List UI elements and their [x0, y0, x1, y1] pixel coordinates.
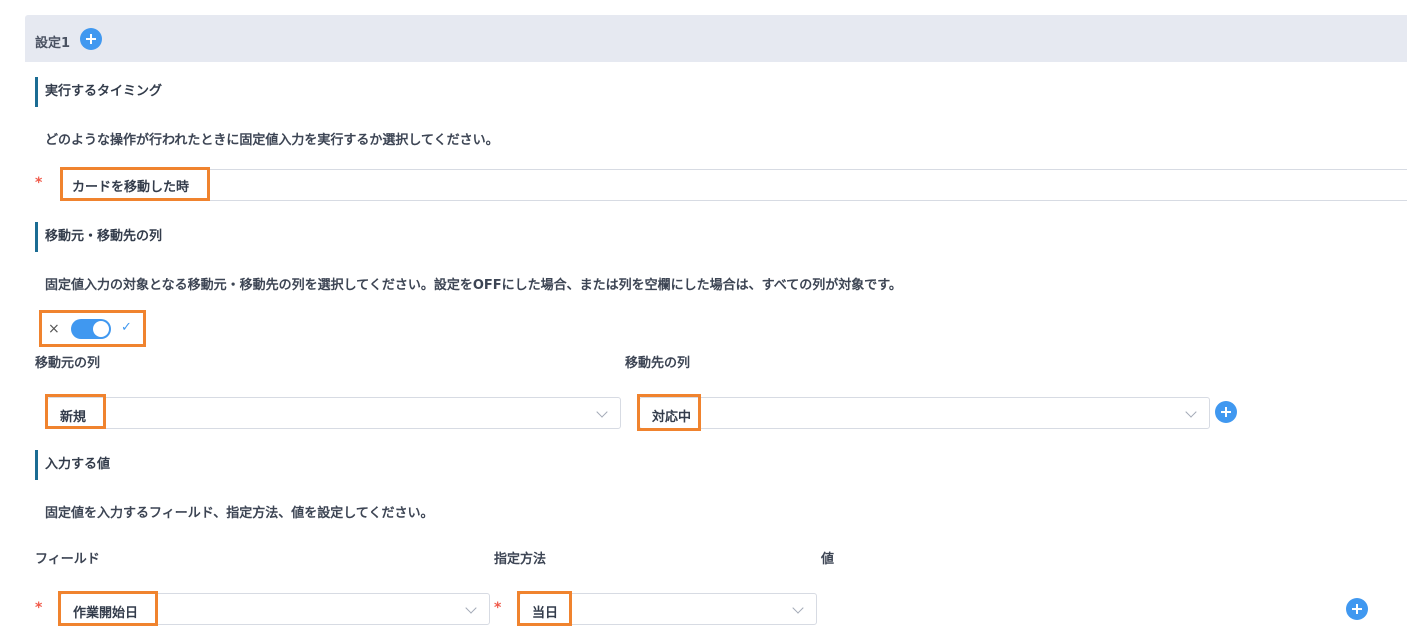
method-required-mark: * — [494, 600, 502, 616]
add-column-pair-button[interactable] — [1215, 401, 1237, 423]
field-highlight — [58, 591, 158, 626]
settings-title: 設定1 — [35, 36, 71, 51]
chevron-down-icon — [1185, 406, 1197, 418]
add-value-row-button[interactable] — [1346, 598, 1368, 620]
timing-highlight — [60, 167, 210, 201]
dest-column-label: 移動先の列 — [625, 356, 691, 371]
chevron-down-icon — [792, 602, 804, 614]
field-label: フィールド — [35, 552, 100, 567]
source-column-select[interactable]: 新規 — [47, 397, 621, 429]
timing-description: どのような操作が行われたときに固定値入力を実行するか選択してください。 — [45, 133, 499, 148]
timing-select[interactable] — [60, 169, 1407, 201]
dest-column-select[interactable]: 対応中 — [639, 397, 1210, 429]
timing-section-title: 実行するタイミング — [35, 77, 162, 107]
method-highlight — [517, 591, 572, 626]
settings-header: 設定1 — [25, 15, 1407, 62]
method-label: 指定方法 — [494, 552, 547, 567]
values-description: 固定値を入力するフィールド、指定方法、値を設定してください。 — [45, 506, 434, 521]
chevron-down-icon — [465, 602, 477, 614]
columns-section-title: 移動元・移動先の列 — [35, 222, 162, 252]
value-label: 値 — [821, 552, 835, 567]
toggle-highlight — [39, 310, 146, 347]
columns-description: 固定値入力の対象となる移動元・移動先の列を選択してください。設定をOFFにした場… — [45, 278, 902, 293]
source-column-label: 移動元の列 — [35, 356, 101, 371]
chevron-down-icon — [596, 406, 608, 418]
timing-required-mark: * — [35, 175, 43, 191]
values-section-title: 入力する値 — [35, 450, 110, 480]
dest-highlight — [637, 394, 701, 431]
field-required-mark: * — [35, 600, 43, 616]
source-highlight — [45, 394, 106, 429]
add-setting-button[interactable] — [80, 28, 102, 50]
